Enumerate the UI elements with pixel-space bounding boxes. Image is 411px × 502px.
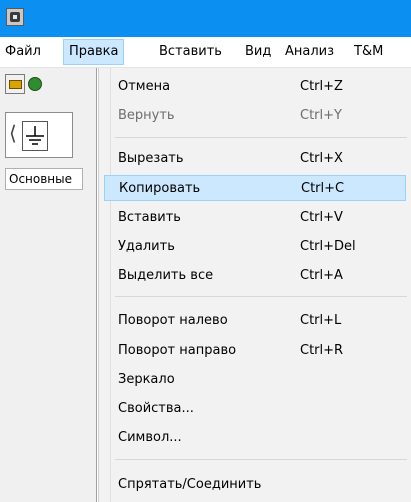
- component-palette: ⟨: [5, 112, 73, 158]
- menu-file[interactable]: Файл: [5, 41, 41, 63]
- open-button[interactable]: [5, 74, 25, 94]
- menu-item-copy[interactable]: Копировать Ctrl+C: [104, 175, 406, 201]
- menu-item-delete[interactable]: Удалить Ctrl+Del: [104, 234, 406, 260]
- menu-item-rotate-left[interactable]: Поворот налево Ctrl+L: [104, 308, 406, 334]
- menu-item-symbol[interactable]: Символ...: [104, 425, 406, 451]
- menu-item-shortcut: Ctrl+V: [300, 210, 343, 225]
- menu-item-label: Отмена: [118, 79, 171, 94]
- menu-item-label: Символ...: [118, 430, 182, 445]
- toolbar-area: ⟨ Основные: [0, 68, 97, 502]
- menu-edit[interactable]: Правка: [63, 39, 125, 65]
- toolbar-divider: [96, 68, 97, 502]
- menu-item-select-all[interactable]: Выделить все Ctrl+A: [104, 263, 406, 289]
- menu-item-shortcut: Ctrl+C: [301, 181, 345, 196]
- menu-item-hide-connect[interactable]: Спрятать/Соединить: [104, 472, 406, 498]
- menu-bar: Файл Правка Вставить Вид Анализ T&M: [0, 37, 411, 68]
- menu-item-label: Вернуть: [118, 108, 175, 123]
- menu-item-label: Выделить все: [118, 268, 214, 283]
- menu-item-label: Свойства...: [118, 401, 194, 416]
- menu-item-label: Зеркало: [118, 372, 175, 387]
- menu-item-label: Поворот налево: [118, 313, 228, 328]
- menu-item-label: Вырезать: [118, 151, 184, 166]
- open-folder-icon: [9, 80, 22, 89]
- menu-item-label: Копировать: [119, 181, 201, 196]
- app-icon[interactable]: [6, 8, 24, 26]
- menu-separator: [115, 137, 407, 138]
- menu-item-label: Спрятать/Соединить: [118, 477, 262, 492]
- menu-item-label: Поворот направо: [118, 343, 237, 358]
- globe-icon[interactable]: [28, 77, 42, 91]
- title-bar: [0, 0, 411, 37]
- menu-item-rotate-right[interactable]: Поворот направо Ctrl+R: [104, 338, 406, 364]
- menu-item-shortcut: Ctrl+Z: [300, 79, 343, 94]
- menu-item-shortcut: Ctrl+A: [300, 268, 343, 283]
- menu-item-undo[interactable]: Отмена Ctrl+Z: [104, 74, 406, 100]
- menu-item-shortcut: Ctrl+L: [300, 313, 342, 328]
- menu-item-properties[interactable]: Свойства...: [104, 396, 406, 422]
- menu-view[interactable]: Вид: [245, 41, 271, 63]
- menu-item-redo[interactable]: Вернуть Ctrl+Y: [104, 103, 406, 129]
- menu-item-shortcut: Ctrl+X: [300, 151, 343, 166]
- menu-item-mirror[interactable]: Зеркало: [104, 367, 406, 393]
- tab-basic[interactable]: Основные: [5, 168, 83, 190]
- menu-analysis[interactable]: Анализ: [285, 41, 334, 63]
- menu-item-label: Вставить: [118, 210, 181, 225]
- menu-separator: [115, 459, 407, 460]
- menu-item-shortcut: Ctrl+R: [300, 343, 344, 358]
- menu-insert[interactable]: Вставить: [159, 41, 222, 63]
- edit-menu-dropdown: Отмена Ctrl+Z Вернуть Ctrl+Y Вырезать Ct…: [98, 68, 411, 502]
- menu-tm[interactable]: T&M: [354, 41, 383, 63]
- chevron-left-icon[interactable]: ⟨: [9, 123, 17, 143]
- menu-item-paste[interactable]: Вставить Ctrl+V: [104, 205, 406, 231]
- ground-symbol-icon[interactable]: [22, 121, 48, 151]
- menu-item-cut[interactable]: Вырезать Ctrl+X: [104, 146, 406, 172]
- menu-item-shortcut: Ctrl+Del: [300, 239, 356, 254]
- menu-item-label: Удалить: [118, 239, 175, 254]
- menu-separator: [115, 296, 407, 297]
- menu-item-shortcut: Ctrl+Y: [300, 108, 342, 123]
